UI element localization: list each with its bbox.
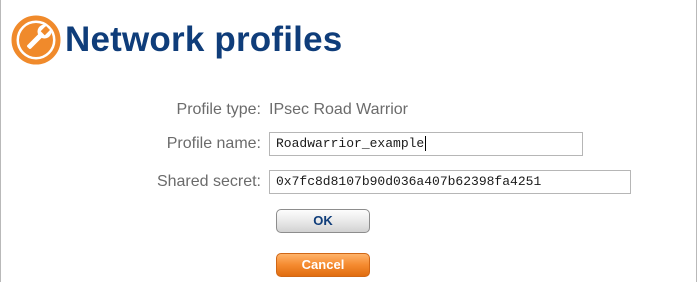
shared-secret-text: 0x7fc8d8107b90d036a407b62398fa4251 xyxy=(276,174,542,189)
profile-name-field[interactable]: Roadwarrior_example xyxy=(269,132,583,156)
shared-secret-label: Shared secret: xyxy=(156,173,261,190)
profile-name-row: Profile name: Roadwarrior_example xyxy=(1,130,698,158)
text-caret xyxy=(425,136,427,152)
profile-type-label: Profile type: xyxy=(176,101,261,118)
profile-name-label: Profile name: xyxy=(166,135,261,152)
wrench-icon xyxy=(11,15,61,65)
profile-name-text: Roadwarrior_example xyxy=(276,136,425,151)
page-frame: Network profiles Profile type: IPsec Roa… xyxy=(0,0,697,282)
profile-type-value: IPsec Road Warrior xyxy=(269,101,408,118)
page-header: Network profiles xyxy=(11,14,342,66)
page-title: Network profiles xyxy=(65,20,343,59)
profile-type-row: Profile type: IPsec Road Warrior xyxy=(1,96,698,124)
ok-button[interactable]: OK xyxy=(276,209,370,233)
shared-secret-field[interactable]: 0x7fc8d8107b90d036a407b62398fa4251 xyxy=(269,170,631,194)
cancel-button[interactable]: Cancel xyxy=(276,253,370,277)
shared-secret-row: Shared secret: 0x7fc8d8107b90d036a407b62… xyxy=(1,168,698,196)
